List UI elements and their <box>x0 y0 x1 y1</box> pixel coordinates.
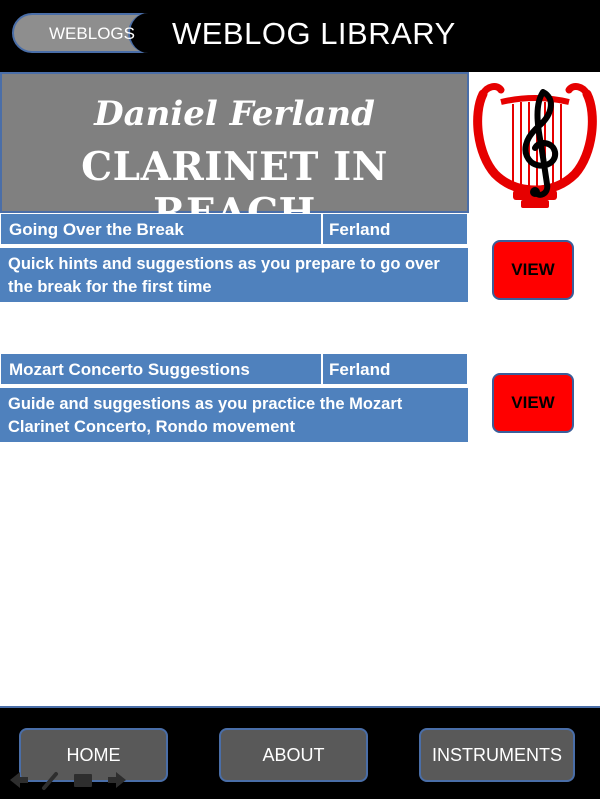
view-button[interactable]: VIEW <box>492 373 574 433</box>
entry-author: Ferland <box>329 220 391 239</box>
entry-title: Mozart Concerto Suggestions <box>9 360 250 379</box>
pen-icon[interactable] <box>42 772 58 790</box>
about-button[interactable]: ABOUT <box>219 728 368 782</box>
arrow-right-icon[interactable] <box>108 772 126 788</box>
top-bar: WEBLOGS WEBLOG LIBRARY <box>0 0 600 72</box>
column-divider <box>321 214 323 246</box>
slideshow-toolbar <box>10 772 126 790</box>
slides-icon[interactable] <box>74 774 92 787</box>
entry-title: Going Over the Break <box>9 220 184 239</box>
entry-header-row: Going Over the Break Ferland <box>0 213 468 246</box>
arrow-left-icon[interactable] <box>10 772 28 788</box>
instruments-button[interactable]: INSTRUMENTS <box>419 728 575 782</box>
weblogs-button-label: WEBLOGS <box>49 24 135 43</box>
banner-author: Daniel Ferland <box>94 94 375 134</box>
lyre-treble-clef-icon <box>473 83 597 208</box>
entry-description: Guide and suggestions as you practice th… <box>0 388 468 442</box>
banner: Daniel Ferland CLARINET IN REACH <box>0 72 469 236</box>
view-button[interactable]: VIEW <box>492 240 574 300</box>
entry-author: Ferland <box>329 360 391 379</box>
column-divider <box>321 354 323 386</box>
entry-header-row: Mozart Concerto Suggestions Ferland <box>0 353 468 386</box>
entry-description: Quick hints and suggestions as you prepa… <box>0 248 468 302</box>
page-title: WEBLOG LIBRARY <box>172 16 456 51</box>
weblogs-button[interactable]: WEBLOGS <box>12 13 170 53</box>
